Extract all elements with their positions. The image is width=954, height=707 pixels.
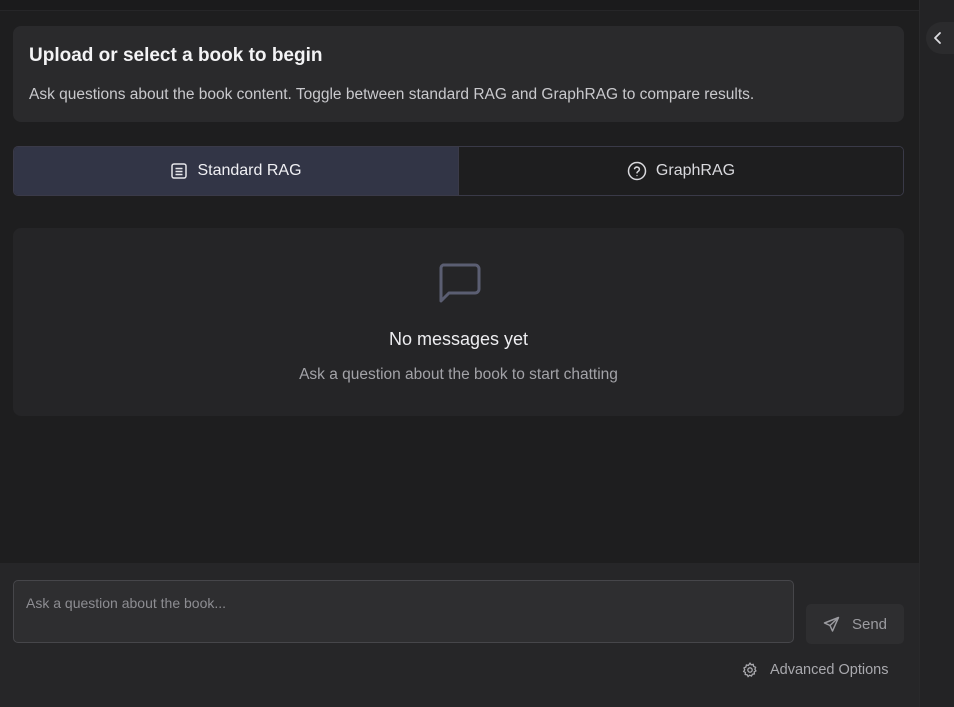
top-strip	[0, 0, 920, 11]
tab-graphrag-label: GraphRAG	[655, 162, 736, 179]
question-input[interactable]	[13, 580, 794, 643]
gear-icon	[742, 662, 758, 678]
tab-standard-rag-label: Standard RAG	[197, 162, 302, 179]
sidebar-toggle-button[interactable]	[926, 22, 954, 54]
document-icon	[170, 162, 188, 180]
empty-state-title: No messages yet	[388, 329, 529, 349]
page-subtitle: Ask questions about the book content. To…	[29, 86, 755, 103]
page-title: Upload or select a book to begin	[29, 45, 323, 66]
send-button-label: Send	[851, 615, 888, 633]
header-card: Upload or select a book to begin Ask que…	[13, 26, 904, 122]
advanced-options-button[interactable]: Advanced Options	[742, 659, 889, 681]
chevron-left-icon	[932, 31, 944, 45]
question-circle-icon	[627, 161, 647, 181]
mode-toggle: Standard RAG GraphRAG	[13, 146, 904, 196]
empty-state: No messages yet Ask a question about the…	[13, 228, 904, 416]
composer-bar: Send Advanced Options	[0, 563, 920, 707]
tab-standard-rag[interactable]: Standard RAG	[14, 147, 458, 195]
right-sidebar-rail	[919, 0, 954, 707]
send-icon	[823, 616, 840, 633]
advanced-options-label: Advanced Options	[770, 662, 889, 678]
message-square-icon	[437, 262, 481, 309]
tab-graphrag[interactable]: GraphRAG	[458, 147, 903, 195]
empty-state-subtitle: Ask a question about the book to start c…	[299, 366, 618, 383]
send-button[interactable]: Send	[806, 604, 904, 644]
